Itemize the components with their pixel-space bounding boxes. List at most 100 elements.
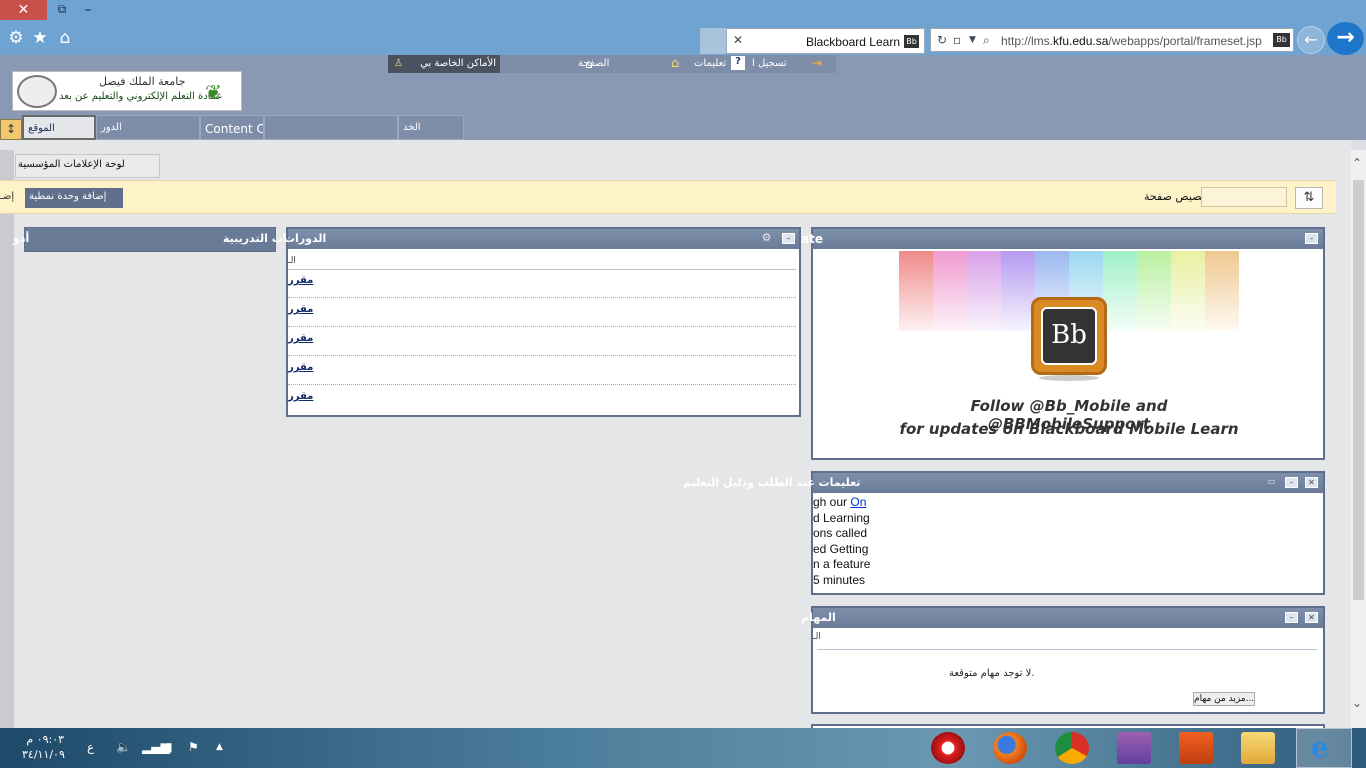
module-minimize-icon[interactable]: –	[1305, 233, 1318, 244]
logo-line-2: عمادة التعلم الإلكتروني والتعليم عن بعد	[59, 91, 223, 102]
tips-module: تعليمات عند الطلب ودليل التعليم ▭ – ✕ gh…	[683, 471, 1325, 595]
address-bar[interactable]: ↻ ▫ ▼ ⌕ http://lms.kfu.edu.sa/webapps/po…	[930, 28, 1294, 52]
window-close-button[interactable]: ✕	[0, 0, 47, 20]
tab-blank[interactable]	[264, 115, 398, 140]
tips-line: d Learning	[813, 510, 870, 525]
logout-icon[interactable]: ⇥	[812, 56, 822, 70]
browser-chrome: ✕ ⧉ – ⚙ ★ ⌂ ✕ Blackboard Learn Bb ↻ ▫ ▼ …	[0, 0, 1366, 55]
course-row: مقرر	[288, 298, 796, 327]
tips-on-demand-link[interactable]: On	[850, 495, 866, 509]
courses-module: الدورات ⚙ – الـ مقرر مقرر مقرر مقرر مقرر	[284, 227, 801, 417]
module-minimize-icon[interactable]: –	[782, 233, 795, 244]
tab-close-icon[interactable]: ✕	[733, 33, 743, 47]
tab-my-institution[interactable]: الموقع	[22, 115, 96, 140]
search-icon[interactable]: ⌕	[983, 33, 990, 48]
url-scheme: http://lms.	[1001, 34, 1054, 48]
user-icon: ♙	[394, 58, 403, 69]
page-scrollbar[interactable]: ⌃ ⌄	[1351, 150, 1366, 728]
tasks-subheading: الـ	[813, 632, 821, 642]
url-host: kfu.edu.sa	[1053, 34, 1109, 48]
url-path: /webapps/portal/frameset.jsp	[1108, 34, 1262, 48]
clock-date: ٣٤/١١/٠٩	[22, 748, 65, 761]
tips-line: ons called	[813, 526, 868, 540]
tasks-module-title: المهام	[801, 611, 836, 624]
more-tasks-button[interactable]: مزيد من مهام...	[1193, 692, 1255, 706]
leaf-icon: ❦	[205, 80, 222, 104]
tools-module-header[interactable]: أدو الدورات التدريبية	[13, 227, 314, 252]
home-small-icon: ⌂	[671, 56, 680, 71]
course-link[interactable]: مقرر	[288, 391, 313, 402]
reorder-icon[interactable]: ⇅	[1295, 187, 1323, 209]
institution-logo[interactable]: جامعة الملك فيصل عمادة التعلم الإلكتروني…	[12, 71, 242, 111]
address-favicon: Bb	[1273, 33, 1290, 47]
tips-line: gh our	[813, 495, 851, 509]
flag-icon[interactable]: ⚑	[188, 740, 199, 754]
logout-link[interactable]: تسجيل ا	[752, 58, 787, 69]
course-link[interactable]: مقرر	[288, 362, 313, 373]
help-link[interactable]: تعليمات	[694, 58, 726, 69]
courses-module-title: الدورات	[284, 232, 327, 245]
tips-line: 5 minutes	[813, 572, 866, 587]
module-minimize-icon[interactable]: –	[1285, 477, 1298, 488]
my-places-label: الأماكن الخاصة بي	[420, 58, 496, 69]
dropdown-icon[interactable]: ▼	[969, 35, 976, 45]
tab-toggle-icon[interactable]: ↕	[0, 119, 22, 140]
module-popout-icon[interactable]: ▭	[1265, 477, 1278, 488]
gear-icon[interactable]: ⚙	[6, 28, 26, 48]
winrar-icon[interactable]	[1117, 732, 1151, 764]
tasks-module: المهام – ✕ الـ لا توجد مهام متوقعة. مزيد…	[801, 606, 1325, 714]
browser-tab[interactable]: ✕ Blackboard Learn Bb	[726, 28, 925, 54]
volume-icon[interactable]: 🔈	[116, 740, 131, 754]
compat-icon[interactable]: ▫	[953, 33, 961, 47]
course-link[interactable]: مقرر	[288, 333, 313, 344]
add-module-button[interactable]: إضافة وحدة نمطية	[25, 188, 123, 208]
scroll-thumb[interactable]	[1353, 180, 1364, 600]
help-icon: ?	[731, 56, 745, 70]
forward-arrow-icon[interactable]: →	[1327, 22, 1364, 55]
tab-services[interactable]: الخد	[398, 115, 464, 140]
my-places-menu[interactable]: ♙ الأماكن الخاصة بي	[388, 55, 500, 73]
folder-icon[interactable]	[1241, 732, 1275, 764]
scroll-up-icon[interactable]: ⌃	[1352, 156, 1362, 170]
module-close-icon[interactable]: ✕	[1305, 612, 1318, 623]
module-minimize-icon[interactable]: –	[1285, 612, 1298, 623]
tasks-module-header: المهام – ✕	[801, 608, 1323, 628]
course-link[interactable]: مقرر	[288, 304, 313, 315]
language-indicator[interactable]: ع	[87, 740, 94, 754]
new-tab-button[interactable]	[700, 28, 726, 54]
window-minimize-button[interactable]: –	[78, 2, 98, 18]
tray-expand-icon[interactable]: ▲	[216, 742, 223, 752]
back-arrow-icon[interactable]: ←	[1297, 26, 1325, 54]
opera-icon[interactable]	[931, 732, 965, 764]
module-settings-icon[interactable]: ⚙	[760, 232, 773, 244]
banner-caption-2: for updates on Blackboard Mobile Learn	[899, 420, 1239, 438]
tab-content-collection[interactable]: Content Collection	[200, 115, 264, 140]
scroll-down-icon[interactable]: ⌄	[1352, 696, 1362, 710]
clock-time: ٠٩:٠٣ م	[26, 733, 64, 746]
tab-favicon: Bb	[904, 35, 919, 48]
course-row: مقرر	[288, 356, 796, 385]
tab-title: Blackboard Learn	[805, 35, 900, 49]
subtab-institution-announcements[interactable]: لوحة الإعلامات المؤسسية	[15, 154, 160, 178]
module-close-icon[interactable]: ✕	[1305, 477, 1318, 488]
star-icon[interactable]: ★	[30, 28, 50, 48]
customize-page-field[interactable]	[1201, 187, 1287, 207]
refresh-icon[interactable]: ↻	[937, 33, 947, 47]
url-text[interactable]: http://lms.kfu.edu.sa/webapps/portal/fra…	[1001, 34, 1262, 48]
office-icon[interactable]	[1179, 732, 1213, 764]
course-row: مقرر	[288, 327, 796, 356]
chrome-icon[interactable]	[1055, 732, 1089, 764]
firefox-icon[interactable]	[993, 732, 1027, 764]
window-restore-button[interactable]: ⧉	[52, 2, 72, 18]
page-link[interactable]: الصفحة	[578, 58, 609, 69]
ie-icon: e	[1311, 731, 1329, 764]
tips-module-header: تعليمات عند الطلب ودليل التعليم ▭ – ✕	[683, 473, 1323, 493]
battery-icon[interactable]: ▮	[166, 740, 173, 754]
tips-module-title: تعليمات عند الطلب ودليل التعليم	[683, 476, 861, 489]
tile-shadow	[1039, 375, 1099, 381]
course-link[interactable]: مقرر	[288, 275, 313, 286]
taskbar-clock[interactable]: ٠٩:٠٣ م ٣٤/١١/٠٩	[22, 732, 65, 762]
home-icon[interactable]: ⌂	[55, 28, 75, 48]
ie-taskbar-button[interactable]: e	[1296, 728, 1352, 768]
tab-courses[interactable]: الدور	[96, 115, 200, 140]
